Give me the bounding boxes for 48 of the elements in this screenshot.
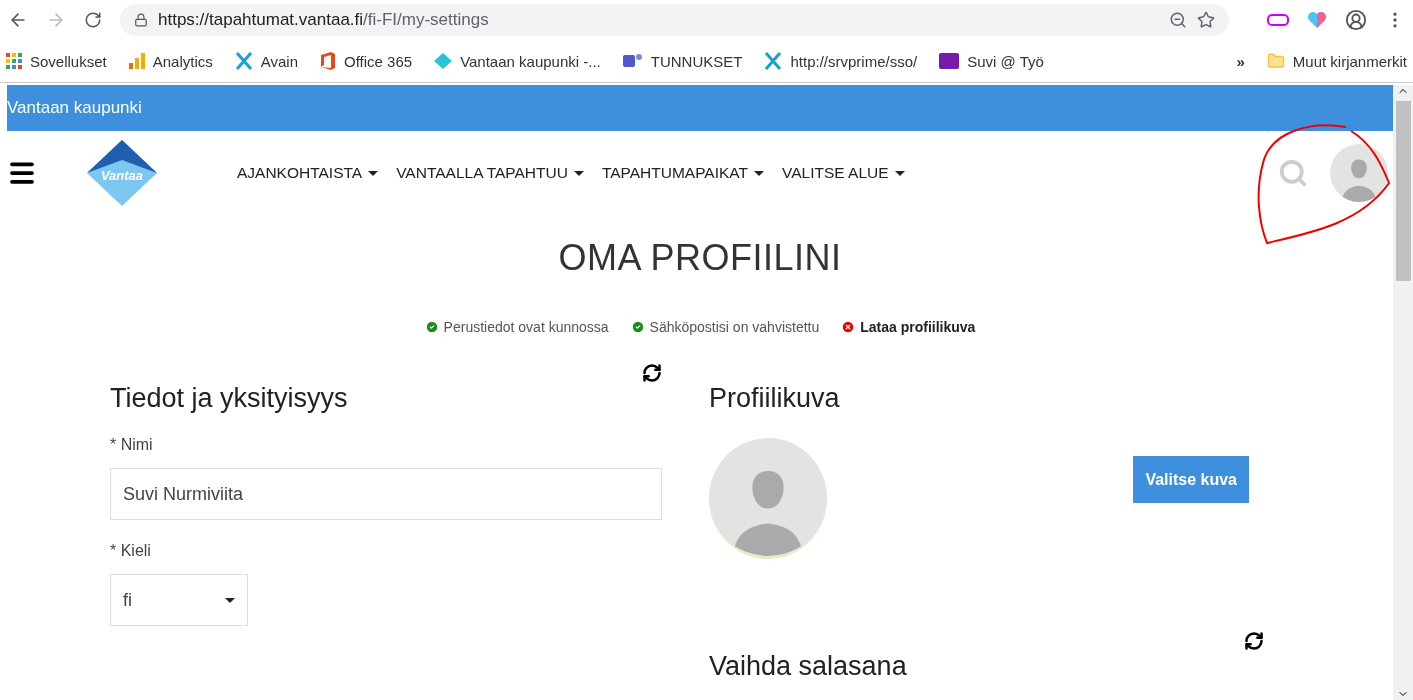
section-heading: Profiilikuva: [709, 383, 841, 414]
lock-icon: [134, 13, 148, 27]
language-select[interactable]: fi: [110, 574, 248, 626]
status-item: Perustiedot ovat kunnossa: [424, 319, 609, 335]
office-icon: [320, 52, 336, 70]
extension-icon[interactable]: [1267, 14, 1289, 26]
page-title: OMA PROFIILINI: [557, 237, 843, 279]
nav-menu-item[interactable]: TAPAHTUMAPAIKAT: [601, 164, 764, 182]
reload-icon[interactable]: [84, 11, 102, 29]
error-icon: [841, 320, 856, 334]
name-field[interactable]: Suvi Nurmiviita: [110, 468, 662, 520]
bookmark-item[interactable]: TUNNUKSET: [622, 52, 743, 70]
section-heading: Tiedot ja yksityisyys: [110, 383, 349, 414]
bookmark-item[interactable]: Suvi @ Työ: [939, 52, 1044, 70]
account-icon[interactable]: [1345, 9, 1367, 31]
x-mark-icon: [234, 52, 253, 70]
field-label: * Nimi: [110, 436, 154, 454]
star-icon[interactable]: [1197, 11, 1215, 29]
zoom-out-icon[interactable]: [1169, 11, 1187, 29]
bookmark-item[interactable]: Sovellukset: [6, 52, 107, 70]
bookmark-item[interactable]: Avain: [234, 52, 298, 70]
address-bar[interactable]: https://tapahtumat.vantaa.fi/fi-FI/my-settings: [120, 4, 1229, 36]
folder-icon: [1266, 52, 1285, 70]
refresh-icon[interactable]: [642, 363, 662, 383]
nav-menu-item[interactable]: AJANKOHTAISTA: [237, 164, 379, 182]
bookmark-item[interactable]: Office 365: [320, 52, 413, 70]
notebook-icon: [939, 52, 960, 70]
check-icon: [630, 320, 645, 334]
bookmark-item[interactable]: Analytics: [128, 52, 213, 70]
status-item: Lataa profiilikuva: [841, 319, 976, 335]
more-bookmarks[interactable]: »: [1236, 52, 1245, 70]
section-heading: Vaihda salasana: [709, 651, 908, 682]
status-item: Sähköpostisi on vahvistettu: [630, 319, 820, 335]
nav-menu-item[interactable]: VANTAALLA TAPAHTUU: [396, 164, 584, 182]
diamond-icon: [434, 53, 453, 69]
check-icon: [424, 320, 439, 334]
x-mark-icon: [764, 52, 783, 70]
bookmark-item[interactable]: Vantaan kaupunki -...: [434, 52, 601, 70]
heart-icon[interactable]: [1307, 11, 1327, 29]
teams-icon: [622, 52, 643, 70]
field-label: * Kieli: [110, 542, 152, 560]
bar-chart-icon: [128, 53, 145, 69]
scroll-thumb[interactable]: [1395, 101, 1411, 281]
nav-menu-item[interactable]: VALITSE ALUE: [782, 164, 905, 182]
apps-icon: [6, 53, 22, 69]
bookmark-item[interactable]: http://srvprime/sso/: [764, 52, 918, 70]
bookmark-folder[interactable]: Muut kirjanmerkit: [1266, 52, 1407, 70]
refresh-icon[interactable]: [1244, 631, 1264, 651]
